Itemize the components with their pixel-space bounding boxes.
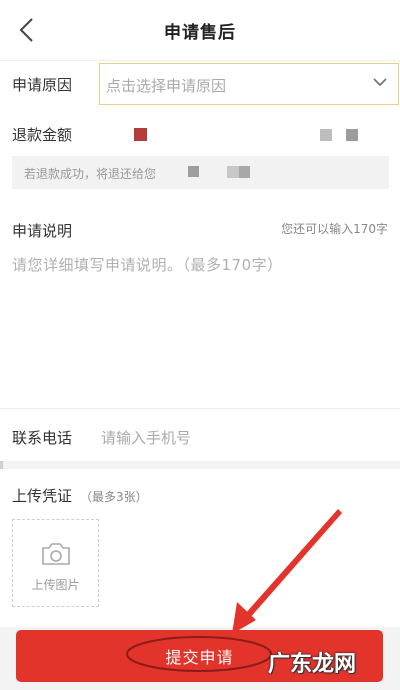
watermark: 广东龙网 <box>268 651 357 676</box>
reason-row: 申请原因 点击选择申请原因 <box>0 60 400 109</box>
upload-max-note: （最多3张） <box>80 490 148 504</box>
refund-value-redacted-2 <box>346 129 358 141</box>
refund-row: 退款金额 若退款成功，将退还给您 <box>0 108 400 196</box>
phone-input[interactable]: 请输入手机号 <box>101 427 191 448</box>
chevron-left-icon <box>19 18 33 42</box>
description-char-count: 您还可以输入170字 <box>281 222 388 236</box>
description-input[interactable]: 请您详细填写申请说明。（最多170字） <box>12 254 283 275</box>
upload-title: 上传凭证 <box>12 487 73 505</box>
phone-row: 联系电话 请输入手机号 <box>0 409 400 461</box>
refund-note-bar: 若退款成功，将退还给您 <box>12 156 389 189</box>
upload-row: 上传凭证 （最多3张） 上传图片 <box>0 469 400 627</box>
phone-label: 联系电话 <box>12 429 73 447</box>
reason-placeholder: 点击选择申请原因 <box>106 77 227 95</box>
chevron-down-icon <box>373 78 387 87</box>
highlight-ellipse <box>126 636 272 672</box>
app-frame: 申请售后 申请原因 点击选择申请原因 退款金额 若退款成功，将退还给您 申请说明… <box>0 0 400 690</box>
page-title: 申请售后 <box>164 22 236 43</box>
refund-value-redacted-1 <box>320 129 332 141</box>
refund-label: 退款金额 <box>12 126 73 144</box>
header-bar: 申请售后 <box>0 0 400 60</box>
reason-label: 申请原因 <box>12 76 73 94</box>
description-row[interactable]: 申请说明 您还可以输入170字 请您详细填写申请说明。（最多170字） <box>0 196 400 409</box>
upload-image-label: 上传图片 <box>31 578 80 592</box>
description-label: 申请说明 <box>12 222 73 240</box>
reason-select[interactable]: 点击选择申请原因 <box>99 63 399 105</box>
refund-note-redacted-2 <box>227 166 239 178</box>
camera-icon <box>42 543 70 565</box>
back-button[interactable] <box>14 16 40 44</box>
upload-label: 上传凭证 （最多3张） <box>12 485 148 506</box>
refund-amount-redacted <box>134 128 147 141</box>
refund-note-redacted-3 <box>239 166 250 178</box>
refund-note: 若退款成功，将退还给您 <box>24 167 157 181</box>
refund-note-redacted-1 <box>188 166 199 177</box>
upload-image-button[interactable]: 上传图片 <box>12 519 99 607</box>
